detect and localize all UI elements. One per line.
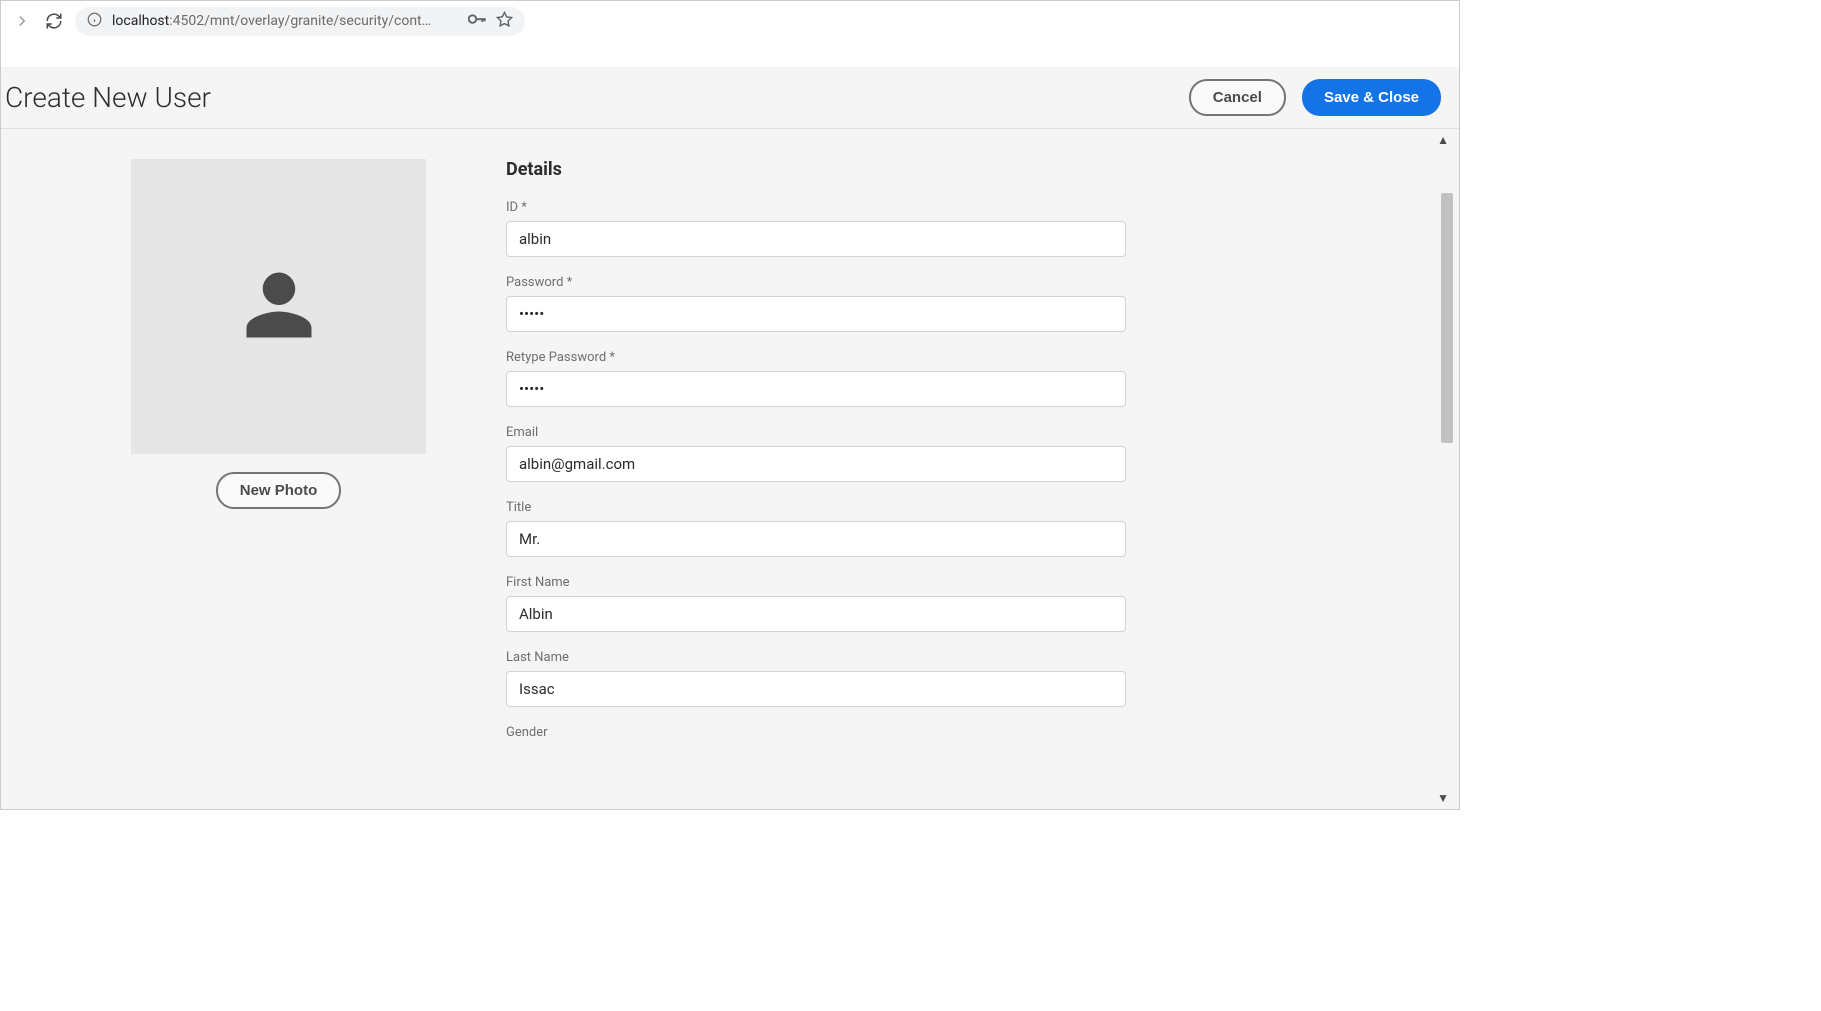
key-icon[interactable] (468, 12, 486, 30)
photo-placeholder (131, 159, 426, 454)
header-actions: Cancel Save & Close (1189, 79, 1441, 116)
save-close-button[interactable]: Save & Close (1302, 79, 1441, 116)
header-bar: Create New User Cancel Save & Close (1, 67, 1459, 129)
retype-password-label: Retype Password * (506, 350, 1126, 365)
form-column: Details ID * Password * Retype Password … (506, 159, 1126, 779)
password-input[interactable] (506, 296, 1126, 332)
details-heading: Details (506, 159, 1126, 180)
page-title: Create New User (5, 81, 211, 114)
scrollbar-thumb[interactable] (1441, 193, 1453, 443)
new-photo-button[interactable]: New Photo (216, 472, 342, 509)
address-bar[interactable]: localhost:4502/mnt/overlay/granite/secur… (75, 7, 525, 36)
content-scroll-area[interactable]: New Photo Details ID * Password * Retype… (1, 129, 1459, 809)
content-wrap: New Photo Details ID * Password * Retype… (1, 129, 1459, 809)
reload-icon[interactable] (43, 10, 65, 32)
photo-column: New Photo (131, 159, 426, 779)
info-icon (87, 12, 102, 31)
first-name-label: First Name (506, 575, 1126, 590)
field-last-name: Last Name (506, 650, 1126, 707)
user-icon (240, 266, 318, 348)
field-email: Email (506, 425, 1126, 482)
gender-label: Gender (506, 725, 1126, 740)
password-label: Password * (506, 275, 1126, 290)
app-container: Create New User Cancel Save & Close New … (1, 41, 1459, 809)
scroll-down-arrow-icon[interactable]: ▼ (1437, 791, 1449, 805)
id-label: ID * (506, 200, 1126, 215)
field-password: Password * (506, 275, 1126, 332)
title-input[interactable] (506, 521, 1126, 557)
field-id: ID * (506, 200, 1126, 257)
email-input[interactable] (506, 446, 1126, 482)
blank-strip (1, 41, 1459, 67)
forward-icon[interactable] (11, 10, 33, 32)
cancel-button[interactable]: Cancel (1189, 79, 1286, 116)
star-icon[interactable] (496, 11, 513, 32)
url-text: localhost:4502/mnt/overlay/granite/secur… (112, 13, 458, 29)
browser-bar: localhost:4502/mnt/overlay/granite/secur… (1, 1, 1459, 41)
scroll-up-arrow-icon[interactable]: ▲ (1437, 133, 1449, 147)
email-label: Email (506, 425, 1126, 440)
field-gender: Gender (506, 725, 1126, 740)
first-name-input[interactable] (506, 596, 1126, 632)
title-label: Title (506, 500, 1126, 515)
retype-password-input[interactable] (506, 371, 1126, 407)
last-name-input[interactable] (506, 671, 1126, 707)
last-name-label: Last Name (506, 650, 1126, 665)
field-first-name: First Name (506, 575, 1126, 632)
id-input[interactable] (506, 221, 1126, 257)
field-retype-password: Retype Password * (506, 350, 1126, 407)
field-title: Title (506, 500, 1126, 557)
